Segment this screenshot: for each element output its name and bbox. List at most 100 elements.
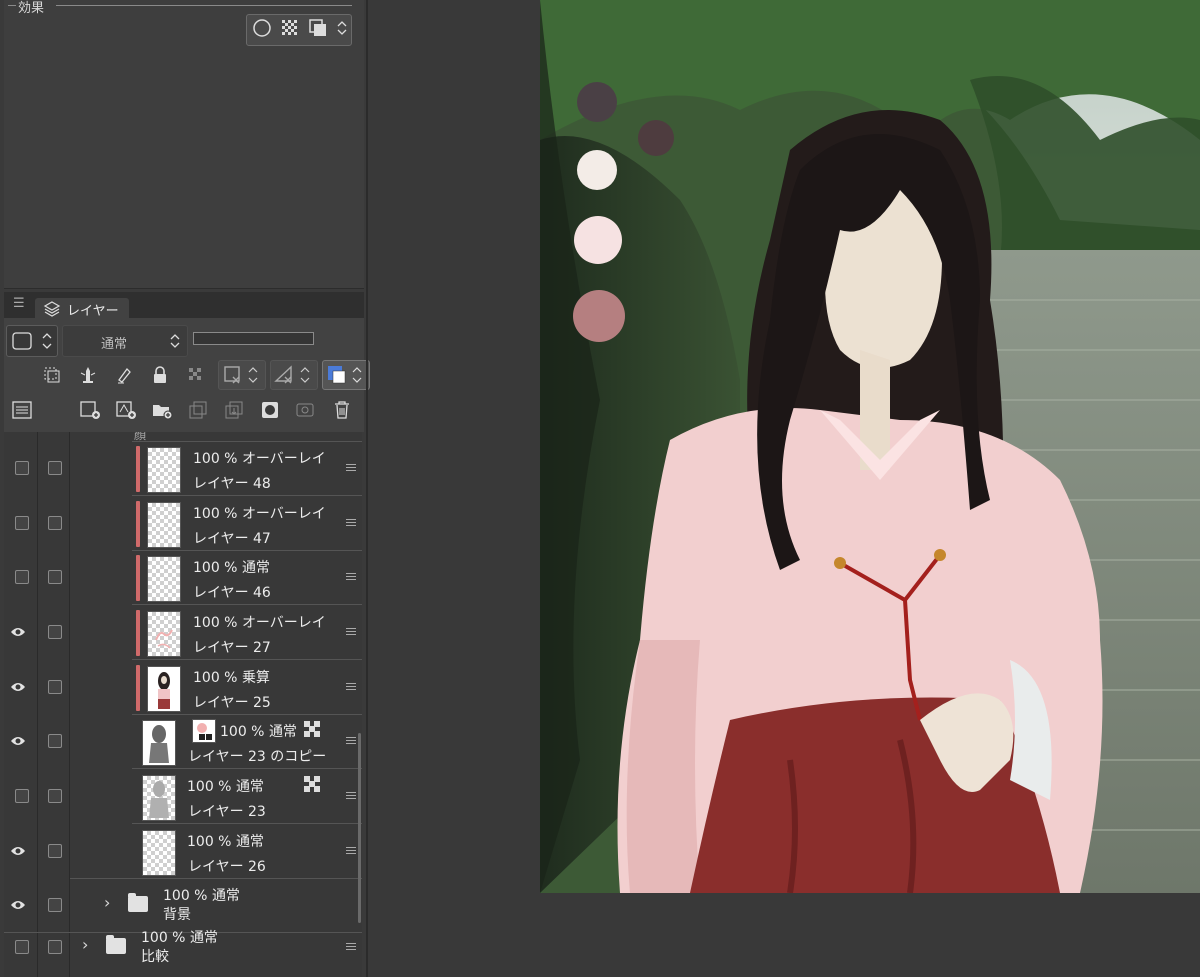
layer-row[interactable]: 100 % 通常 レイヤー 46 [4, 551, 362, 605]
blend-mode-select[interactable]: 通常 [62, 325, 188, 357]
reference-tone-icon [304, 721, 320, 737]
drag-handle-icon[interactable] [346, 941, 356, 951]
drag-handle-icon[interactable] [346, 626, 356, 636]
layer-mode-line: 100 % 通常 [163, 888, 240, 904]
visibility-toggle[interactable] [15, 570, 29, 584]
layer-row[interactable]: 100 % 通常 レイヤー 23 のコピー [4, 715, 362, 769]
apply-mask-icon[interactable] [292, 396, 320, 424]
clip-indicator [136, 501, 140, 547]
chevron-updown-icon[interactable] [337, 19, 347, 41]
panel-tabbar: ☰ レイヤー [4, 292, 364, 320]
chevron-right-icon[interactable]: › [82, 935, 88, 954]
mask-select[interactable] [218, 360, 266, 390]
layer-properties: 通常 [4, 318, 370, 432]
layer-name: レイヤー 47 [193, 531, 271, 547]
drag-handle-icon[interactable] [346, 735, 356, 745]
visibility-toggle[interactable] [15, 516, 29, 530]
eye-icon[interactable] [10, 734, 26, 748]
draft-layer-icon[interactable] [110, 361, 138, 389]
eye-icon[interactable] [10, 844, 26, 858]
opacity-slider[interactable] [193, 332, 314, 345]
folder-icon [106, 935, 126, 954]
expression-color-select[interactable] [6, 325, 58, 357]
new-raster-layer-icon[interactable] [76, 396, 104, 424]
layer-name: レイヤー 48 [193, 476, 271, 492]
layer-mode-line: 100 % オーバーレイ [193, 451, 326, 467]
layer-thumbnail [147, 611, 181, 657]
chevron-right-icon[interactable]: › [104, 893, 110, 912]
layer-toolbar-1 [38, 360, 370, 390]
visibility-toggle[interactable] [15, 940, 29, 954]
effects-section: 効果 [4, 0, 364, 289]
layer-color-effect-icon[interactable] [308, 18, 328, 42]
layer-name: レイヤー 25 [193, 695, 271, 711]
clip-layer-icon[interactable] [38, 361, 66, 389]
menu-icon[interactable]: ☰ [13, 296, 25, 311]
layer-mode-line: 100 % 通常 [187, 779, 264, 795]
select-checkbox[interactable] [48, 734, 62, 748]
layer-menu-icon[interactable] [8, 396, 36, 424]
clip-indicator [136, 610, 140, 656]
drag-handle-icon[interactable] [346, 571, 356, 581]
lock-transparent-icon[interactable] [182, 361, 210, 389]
select-checkbox[interactable] [48, 625, 62, 639]
layer-mode-line: 100 % 通常 [193, 560, 270, 576]
select-checkbox[interactable] [48, 461, 62, 475]
drag-handle-icon[interactable] [346, 517, 356, 527]
select-checkbox[interactable] [48, 680, 62, 694]
layer-row[interactable]: 100 % オーバーレイ レイヤー 47 [4, 497, 362, 551]
select-checkbox[interactable] [48, 844, 62, 858]
select-checkbox[interactable] [48, 789, 62, 803]
new-folder-icon[interactable] [148, 396, 176, 424]
canvas[interactable] [540, 0, 1200, 893]
circle-effect-icon[interactable] [252, 18, 272, 42]
eye-icon[interactable] [10, 898, 26, 912]
reference-tone-icon [304, 776, 320, 792]
delete-layer-icon[interactable] [328, 396, 356, 424]
layer-list[interactable]: 顔 100 % オーバーレイ レイヤー 48 100 % オーバーレイ レイヤー… [4, 432, 362, 977]
layer-row[interactable]: 100 % 通常 レイヤー 23 [4, 770, 362, 824]
layer-row[interactable]: 100 % 通常 レイヤー 26 [4, 825, 362, 879]
drag-handle-icon[interactable] [346, 845, 356, 855]
layer-list-scrollbar[interactable] [358, 733, 361, 923]
new-vector-layer-icon[interactable] [112, 396, 140, 424]
drag-handle-icon[interactable] [346, 790, 356, 800]
visibility-toggle[interactable] [15, 789, 29, 803]
create-mask-icon[interactable] [256, 396, 284, 424]
layer-folder-row[interactable]: › 100 % 通常 比較 [4, 921, 362, 975]
tab-layer[interactable]: レイヤー [35, 298, 129, 320]
drag-handle-icon[interactable] [346, 462, 356, 472]
eye-icon[interactable] [10, 625, 26, 639]
select-checkbox[interactable] [48, 516, 62, 530]
folder-icon [128, 893, 148, 912]
merge-down-icon[interactable] [220, 396, 248, 424]
drag-handle-icon[interactable] [346, 681, 356, 691]
lock-icon[interactable] [146, 361, 174, 389]
eye-icon[interactable] [10, 680, 26, 694]
layer-name: 比較 [141, 949, 169, 965]
layer-mode-line: 100 % 通常 [187, 834, 264, 850]
layer-mode-line: 100 % 通常 [220, 724, 297, 740]
layer-thumbnail [147, 502, 181, 548]
reference-layer-icon[interactable] [74, 361, 102, 389]
layer-row[interactable]: 100 % 乗算 レイヤー 25 [4, 661, 362, 715]
layer-row[interactable]: 100 % オーバーレイ レイヤー 48 [4, 442, 362, 496]
layer-name: レイヤー 26 [188, 859, 266, 875]
layer-color-select[interactable] [322, 360, 370, 390]
select-checkbox[interactable] [48, 940, 62, 954]
clip-indicator [136, 555, 140, 601]
layer-name: レイヤー 46 [193, 585, 271, 601]
layer-mode-line: 100 % 通常 [141, 930, 218, 946]
layer-thumbnail [147, 556, 181, 602]
select-checkbox[interactable] [48, 898, 62, 912]
ruler-select[interactable] [270, 360, 318, 390]
effects-title: 効果 [18, 1, 45, 16]
layer-name: レイヤー 23 のコピー [188, 749, 327, 765]
layer-row[interactable]: 100 % オーバーレイ レイヤー 27 [4, 606, 362, 660]
layer-thumbnail [147, 447, 181, 493]
transfer-down-icon[interactable] [184, 396, 212, 424]
tone-effect-icon[interactable] [281, 19, 299, 41]
select-checkbox[interactable] [48, 570, 62, 584]
visibility-toggle[interactable] [15, 461, 29, 475]
effects-selector[interactable] [246, 14, 352, 46]
